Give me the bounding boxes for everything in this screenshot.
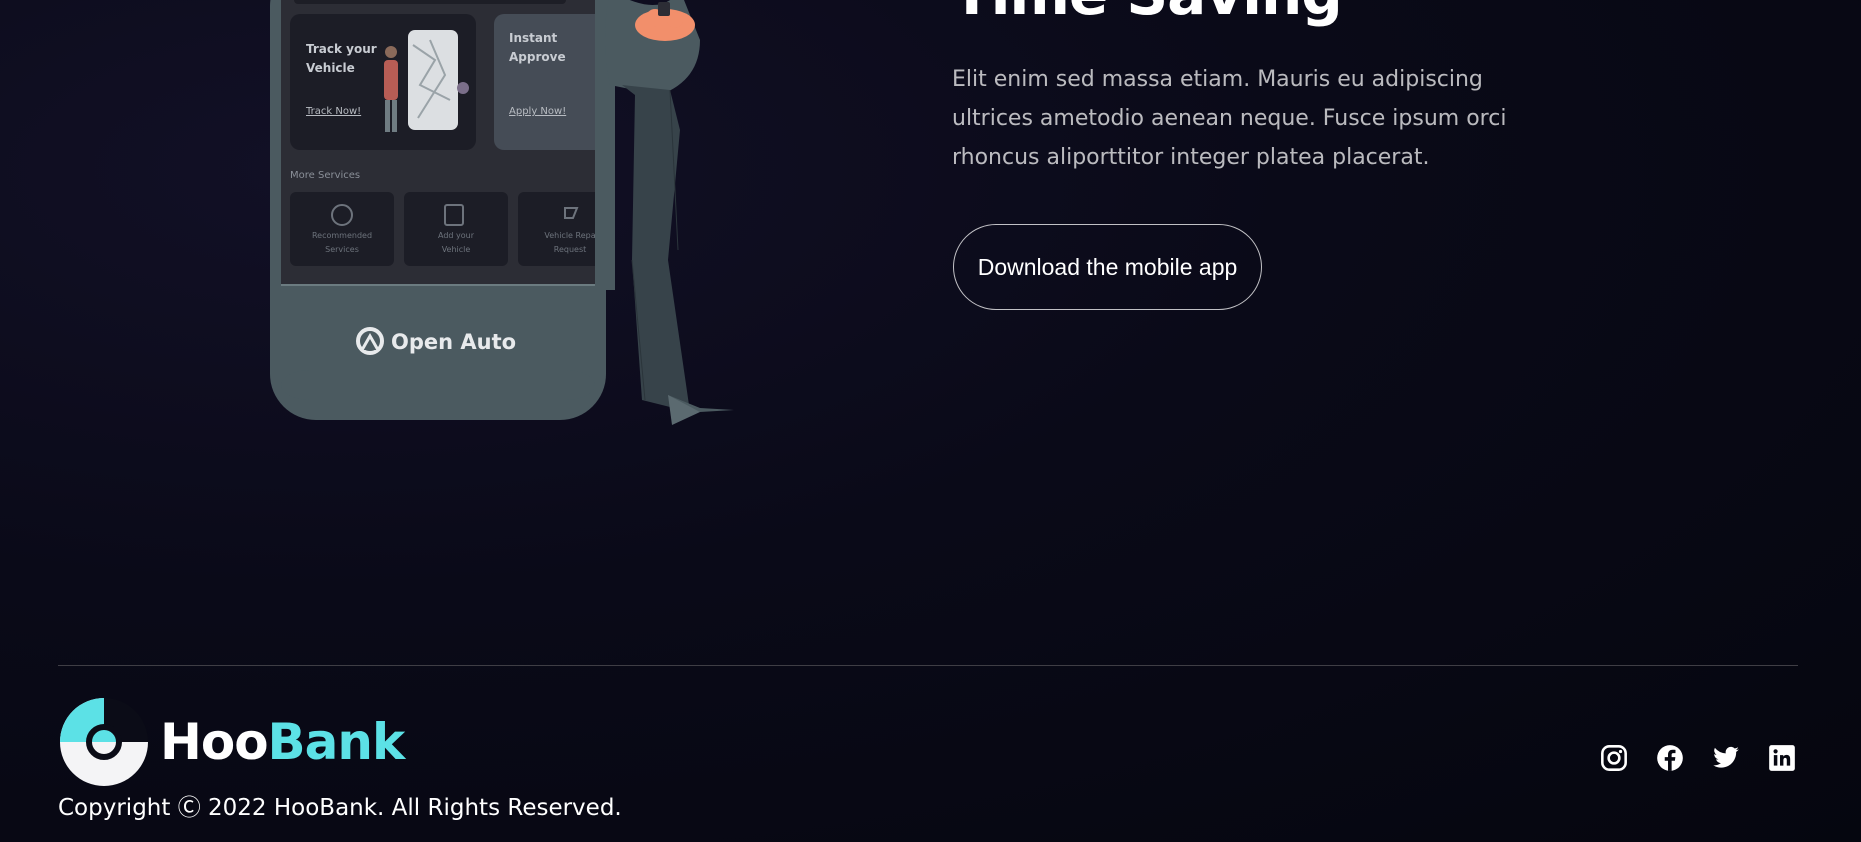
instagram-icon[interactable] [1600, 744, 1628, 772]
open-auto-brand: Open Auto [391, 330, 516, 354]
track-card-title-1: Track your [306, 42, 377, 56]
hoobank-wordmark: HooBank [160, 713, 405, 771]
svg-text:Request: Request [554, 245, 587, 254]
track-now-link: Track Now! [305, 106, 361, 117]
svg-text:Add your: Add your [438, 231, 475, 240]
apply-now-link: Apply Now! [509, 106, 566, 117]
twitter-icon[interactable] [1712, 744, 1740, 772]
svg-text:Services: Services [325, 245, 359, 254]
approve-card-title-2: Approve [509, 50, 566, 64]
service-tile-repair [518, 192, 608, 266]
app-illustration: Track your Vehicle Track Now! Instant Ap… [270, 0, 734, 425]
section-heading: Time Saving [952, 0, 1343, 28]
service-tile-recommended [290, 192, 394, 266]
copyright-text: Copyright Ⓒ 2022 HooBank. All Rights Res… [58, 795, 622, 821]
more-services-label: More Services [290, 170, 360, 181]
svg-text:Vehicle Repa: Vehicle Repa [544, 231, 595, 240]
hoobank-logo[interactable]: HooBank [58, 696, 405, 788]
linkedin-icon[interactable] [1768, 744, 1796, 772]
svg-text:Vehicle: Vehicle [442, 245, 471, 254]
footer-divider [58, 665, 1798, 666]
hoobank-logo-icon [60, 698, 148, 786]
service-tile-add-vehicle [404, 192, 508, 266]
approve-card-title-1: Instant [509, 31, 558, 45]
track-card-title-2: Vehicle [306, 61, 355, 75]
social-links [1600, 744, 1796, 772]
download-app-button[interactable]: Download the mobile app [953, 224, 1262, 310]
svg-text:Recommended: Recommended [312, 231, 372, 240]
section-description: Elit enim sed massa etiam. Mauris eu adi… [952, 67, 1507, 170]
facebook-icon[interactable] [1656, 744, 1684, 772]
